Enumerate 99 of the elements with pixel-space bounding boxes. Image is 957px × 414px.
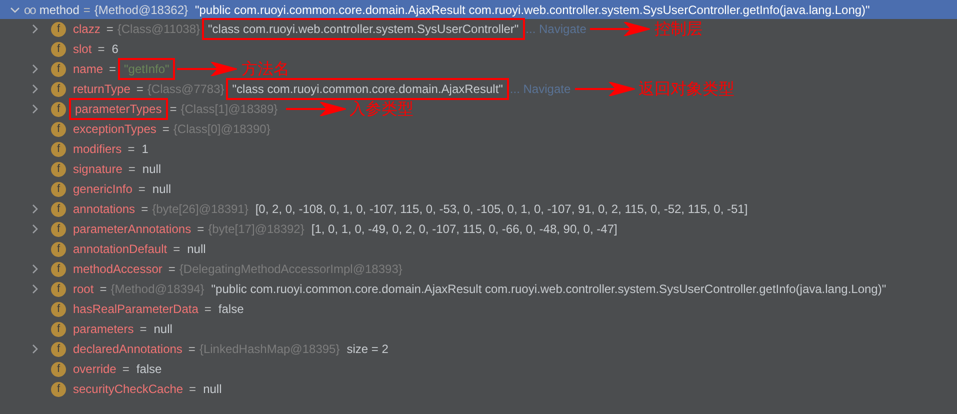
field-name: parameterTypes [71,100,166,118]
field-icon: f [51,302,66,316]
field-value: false [135,361,163,377]
annotation-label: 返回对象类型 [638,78,735,100]
field-name: returnType [72,82,132,96]
field-value: size = 2 [346,341,390,357]
field-value: null [141,161,162,177]
chevron-icon[interactable] [30,204,40,214]
field-icon: f [51,322,66,336]
field-name: genericInfo [72,182,134,196]
annotation-arrow [177,62,238,76]
field-name: parameterAnnotations [72,222,192,236]
field-icon: f [51,102,66,116]
type-reference: {Method@18362} [94,2,188,16]
equals-sign: = [204,302,212,316]
field-name: clazz [72,22,102,36]
field-name: exceptionTypes [72,122,158,136]
equals-sign: = [170,102,177,116]
field-value: null [202,381,223,397]
field-name: declaredAnnotations [72,342,184,356]
annotation-arrow [574,82,635,96]
field-name: modifiers [72,142,123,156]
equals-sign: = [128,142,135,156]
field-icon: f [51,122,66,136]
tree-row[interactable]: oo method = {Method@18362} "public com.ruoyi.common.core.domain.AjaxResult com.ruoyi.web.controller.system.SysUserController.getInfo(java.lang.Long)" [0,0,957,19]
variable-value: "public com.ruoyi.common.core.domain.AjaxResult com.ruoyi.web.controller.system.SysUserController.getInfo(java.lang.Long)" [194,2,871,18]
chevron-icon[interactable] [30,84,40,94]
field-value: 1 [140,141,150,157]
variable-name: method [39,2,80,16]
equals-sign: = [138,182,146,196]
chevron-icon[interactable] [30,344,40,354]
equals-sign: = [106,22,114,36]
field-icon: f [51,222,66,236]
annotation-arrow [286,102,346,116]
equals-sign: = [188,342,196,356]
field-name: annotationDefault [72,242,168,256]
field-name: override [72,362,118,376]
field-value: null [151,181,172,197]
watch-icon: oo [24,2,36,16]
field-name: signature [72,162,124,176]
field-name: hasRealParameterData [72,302,200,316]
field-icon: f [51,202,66,216]
field-icon: f [51,182,66,196]
equals-sign: = [128,162,136,176]
field-value: [1, 0, 1, 0, -49, 0, 2, 0, -107, 115, 0, -66, 0, -48, 90, 0, -47] [310,221,618,237]
field-name: annotations [72,202,136,216]
equals-sign: = [197,222,204,236]
field-name: root [72,282,95,296]
equals-sign: = [98,42,105,56]
field-value: "class com.ruoyi.web.controller.system.SysUserController" [204,20,523,38]
annotation-arrow [590,22,650,36]
field-icon: f [51,82,66,96]
navigate-link[interactable]: ... Navigate [526,22,586,36]
chevron-icon[interactable] [30,64,40,74]
field-value: 6 [110,41,120,57]
annotation-label: 控制层 [654,18,702,40]
equals-sign: = [136,82,144,96]
field-name: slot [72,42,93,56]
chevron-icon[interactable] [30,264,40,274]
field-icon: f [51,162,66,176]
field-value: "public com.ruoyi.common.core.domain.AjaxResult com.ruoyi.web.controller.system.SysUserController.getInfo(java.lang.Long)" [210,281,888,297]
field-name: name [72,62,104,76]
chevron-icon[interactable] [30,24,40,34]
field-name: methodAccessor [72,262,164,276]
field-icon: f [51,262,66,276]
chevron-icon[interactable] [30,284,40,294]
annotation-label: 入参类型 [350,98,414,120]
field-icon: f [51,242,66,256]
chevron-icon[interactable] [30,224,40,234]
equals-sign: = [173,242,180,256]
field-name: parameters [72,322,135,336]
equals-sign: = [140,322,147,336]
equals-sign: = [109,62,116,76]
navigate-link[interactable]: ... Navigate [510,82,571,96]
field-name: securityCheckCache [72,382,184,396]
field-value: false [217,301,245,317]
equals-sign: = [162,122,170,136]
field-value: null [186,241,207,257]
chevron-icon[interactable] [30,104,40,114]
equals-sign: = [168,262,176,276]
chevron-icon[interactable] [10,4,20,14]
equals-sign: = [122,362,130,376]
field-icon: f [51,362,66,376]
field-value: null [152,321,174,337]
field-icon: f [51,282,66,296]
field-icon: f [51,42,66,56]
field-icon: f [51,62,66,76]
field-icon: f [51,342,66,356]
field-value: [0, 2, 0, -108, 0, 1, 0, -107, 115, 0, -53, 0, -105, 0, 1, 0, -107, 91, 0, 2, 115, 0, -52, 115, 0, -51] [254,201,749,217]
annotation-label: 方法名 [241,58,290,80]
equals-sign: = [83,2,90,16]
field-value: "class com.ruoyi.common.core.domain.AjaxResult" [228,80,507,98]
equals-sign: = [100,282,107,296]
field-icon: f [51,382,66,396]
field-icon: f [51,22,66,36]
equals-sign: = [141,202,148,216]
field-icon: f [51,142,66,156]
equals-sign: = [189,382,196,396]
field-value: "getInfo" [120,60,174,78]
